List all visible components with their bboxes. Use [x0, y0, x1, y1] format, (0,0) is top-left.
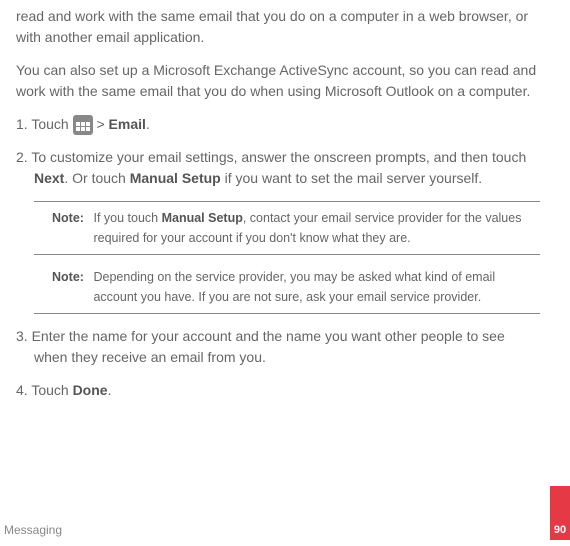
step-2: 2. To customize your email settings, ans… [16, 147, 540, 189]
intro-paragraph-1: read and work with the same email that y… [16, 6, 540, 48]
page-content: read and work with the same email that y… [0, 0, 570, 401]
step-1-period: . [146, 116, 150, 132]
note-label: Note: [52, 267, 90, 287]
step-4: 4. Touch Done. [16, 380, 540, 401]
apps-grid-icon [73, 115, 93, 135]
note-1: Note: If you touch Manual Setup, contact… [34, 201, 540, 255]
step-4-b: . [108, 382, 112, 398]
step-2-text-a: 2. To customize your email settings, ans… [16, 149, 526, 165]
page-number: 90 [550, 522, 570, 539]
note-2: Note: Depending on the service provider,… [34, 261, 540, 314]
step-1-gt: > [93, 116, 109, 132]
note-2-text: Depending on the service provider, you m… [93, 267, 537, 307]
step-1-email: Email [109, 116, 146, 132]
notes-section: Note: If you touch Manual Setup, contact… [34, 201, 540, 314]
steps-list: 1. Touch > Email. 2. To customize your e… [16, 114, 540, 401]
page-footer: Messaging 90 [0, 519, 570, 540]
intro-paragraph-2: You can also set up a Microsoft Exchange… [16, 60, 540, 102]
step-2-text-b: . Or touch [64, 170, 129, 186]
step-3: 3. Enter the name for your account and t… [16, 326, 540, 368]
section-title: Messaging [0, 523, 62, 537]
step-2-next: Next [34, 170, 64, 186]
note-1-text: If you touch Manual Setup, contact your … [93, 208, 537, 248]
note-label: Note: [52, 208, 90, 228]
note-1-manual: Manual Setup [162, 211, 243, 225]
step-2-text-c: if you want to set the mail server yours… [221, 170, 482, 186]
note-1-a: If you touch [93, 211, 161, 225]
step-2-manual: Manual Setup [130, 170, 221, 186]
step-4-a: 4. Touch [16, 382, 73, 398]
step-4-done: Done [73, 382, 108, 398]
step-1-prefix: 1. Touch [16, 116, 73, 132]
step-1: 1. Touch > Email. [16, 114, 540, 135]
